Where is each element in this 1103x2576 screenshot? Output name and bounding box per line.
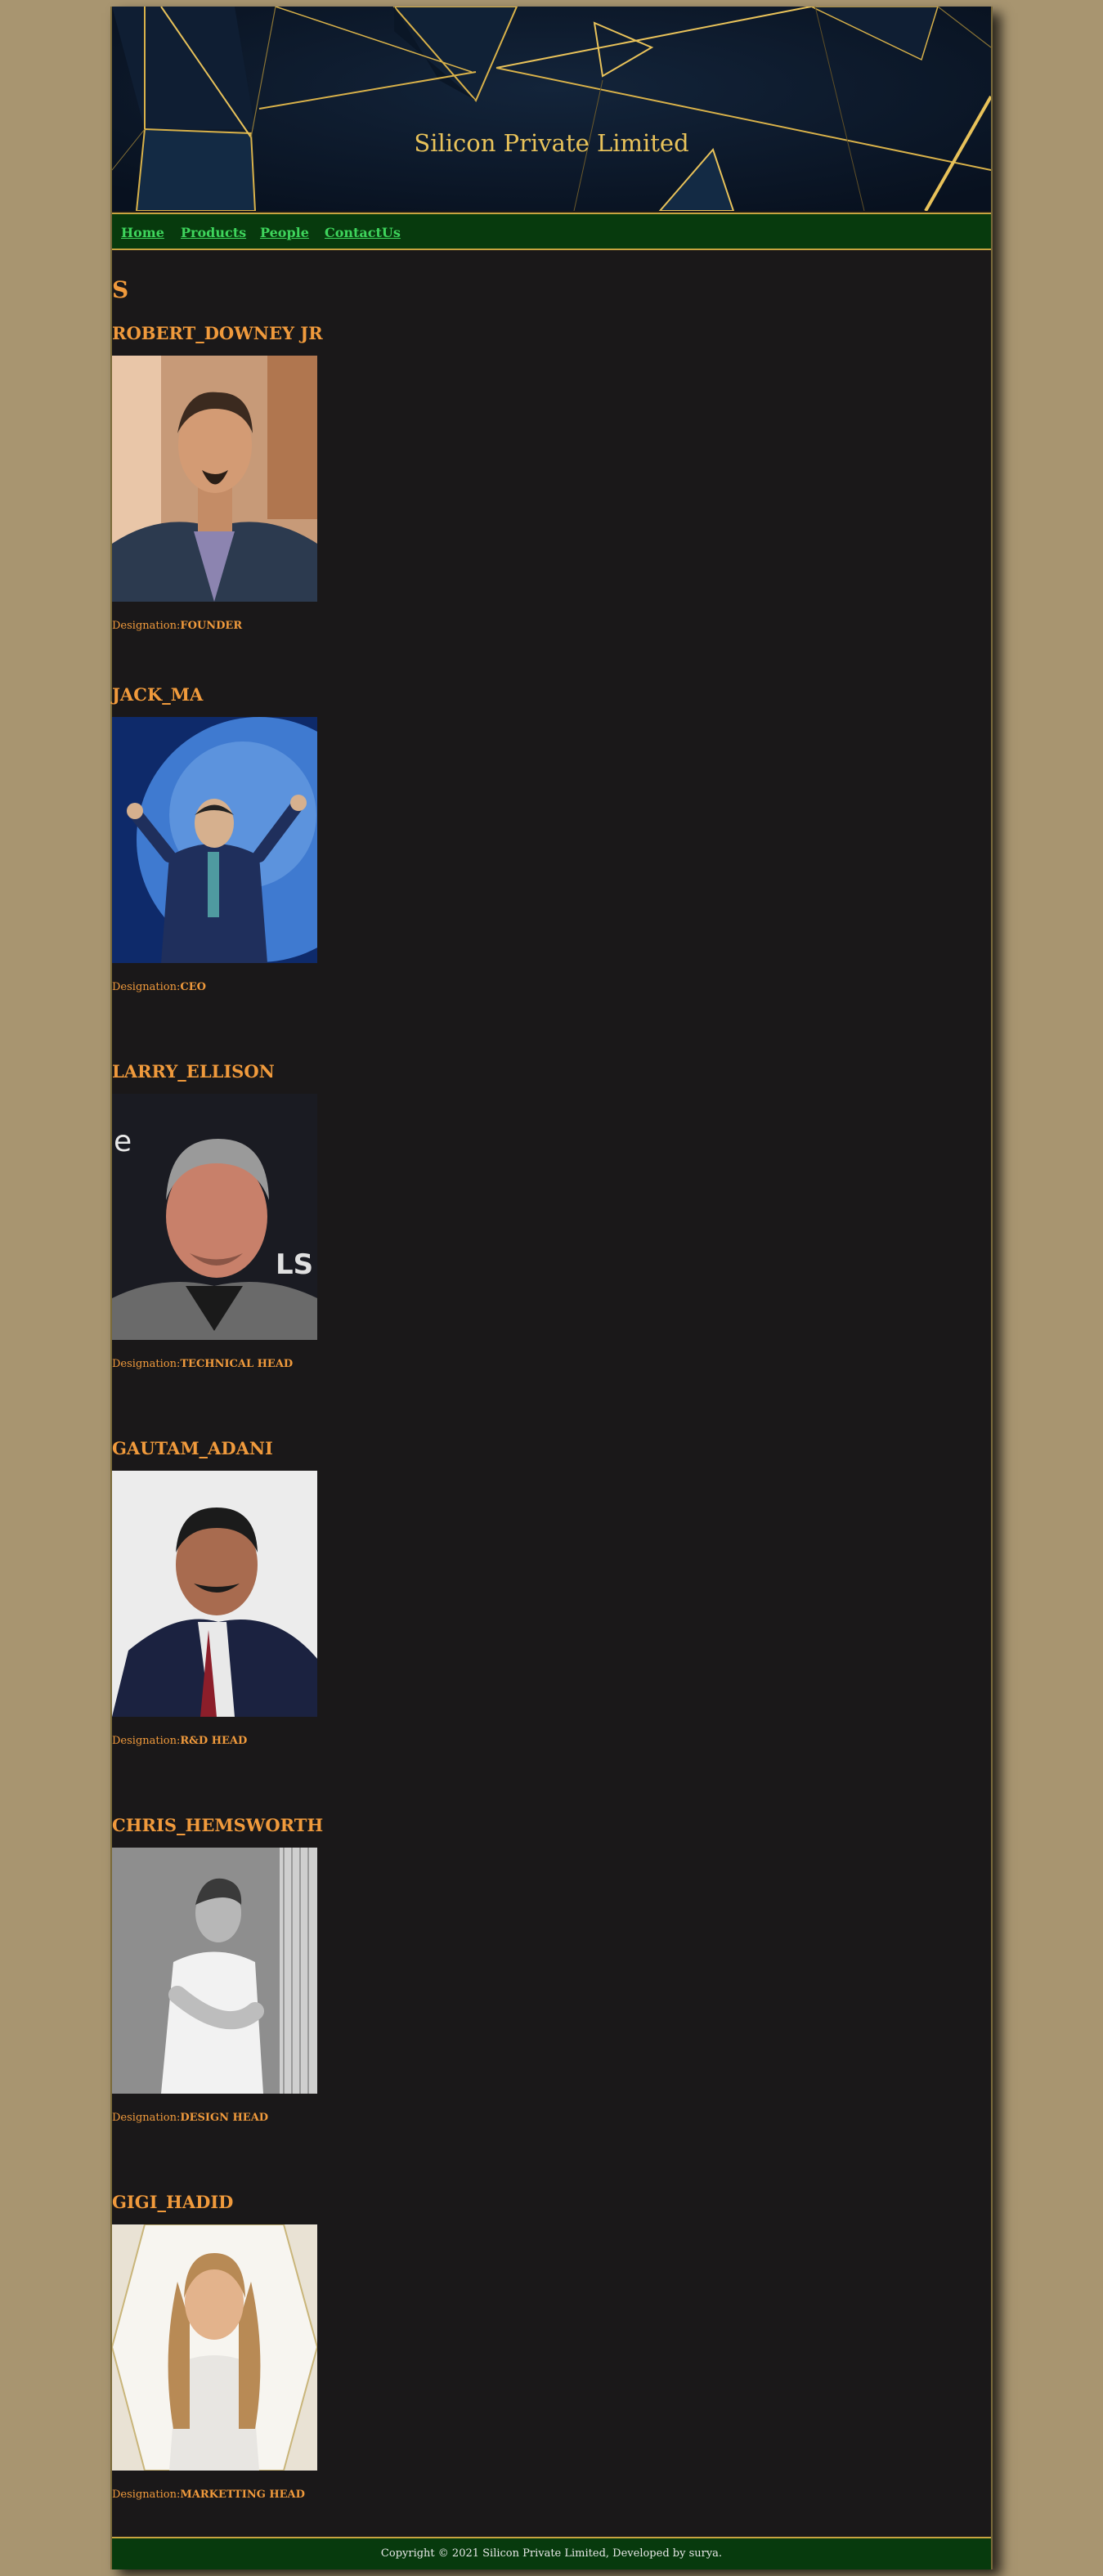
nav-link-people[interactable]: People [260, 225, 309, 240]
banner-geometric-art [112, 7, 991, 211]
person-photo [112, 1471, 317, 1717]
person-photo: e LS [112, 1094, 317, 1340]
person-photo [112, 356, 317, 602]
person-name: GAUTAM_ADANI [112, 1438, 273, 1458]
designation-label: Designation: [112, 981, 181, 993]
person-name: LARRY_ELLISON [112, 1061, 275, 1082]
designation-label: Designation: [112, 1358, 181, 1370]
designation-label: Designation: [112, 2112, 181, 2124]
person-designation: Designation:FOUNDER [112, 620, 242, 632]
site-title: Silicon Private Limited [414, 129, 689, 157]
designation-label: Designation: [112, 2489, 181, 2501]
section-heading: S [112, 276, 129, 303]
person-photo [112, 2224, 317, 2471]
designation-value: FOUNDER [180, 620, 243, 632]
designation-value: TECHNICAL HEAD [180, 1358, 294, 1370]
person-designation: Designation:R&D HEAD [112, 1735, 247, 1747]
person-name: GIGI_HADID [112, 2192, 234, 2212]
main-nav: Home Products People ContactUs [112, 213, 991, 250]
person-designation: Designation:MARKETTING HEAD [112, 2489, 305, 2501]
person-name: ROBERT_DOWNEY JR [112, 323, 323, 343]
page-container: Silicon Private Limited Home Products Pe… [110, 7, 993, 2569]
person-designation: Designation:DESIGN HEAD [112, 2112, 268, 2124]
svg-text:e: e [114, 1125, 132, 1158]
header-banner: Silicon Private Limited [112, 7, 991, 211]
person-designation: Designation:TECHNICAL HEAD [112, 1358, 293, 1370]
footer-copyright: Copyright © 2021 Silicon Private Limited… [380, 2547, 723, 2560]
nav-link-products[interactable]: Products [181, 225, 246, 240]
nav-link-contactus[interactable]: ContactUs [325, 225, 401, 240]
person-name: JACK_MA [112, 684, 204, 705]
designation-value: MARKETTING HEAD [180, 2489, 305, 2501]
nav-link-home[interactable]: Home [121, 225, 164, 240]
person-photo [112, 1848, 317, 2094]
designation-value: R&D HEAD [180, 1735, 248, 1747]
designation-label: Designation: [112, 620, 181, 632]
person-name: CHRIS_HEMSWORTH [112, 1815, 324, 1835]
page-footer: Copyright © 2021 Silicon Private Limited… [112, 2537, 991, 2569]
person-photo [112, 717, 317, 963]
designation-value: CEO [180, 981, 206, 993]
designation-value: DESIGN HEAD [180, 2112, 269, 2124]
person-designation: Designation:CEO [112, 981, 206, 993]
designation-label: Designation: [112, 1735, 181, 1747]
svg-text:LS: LS [276, 1248, 313, 1281]
